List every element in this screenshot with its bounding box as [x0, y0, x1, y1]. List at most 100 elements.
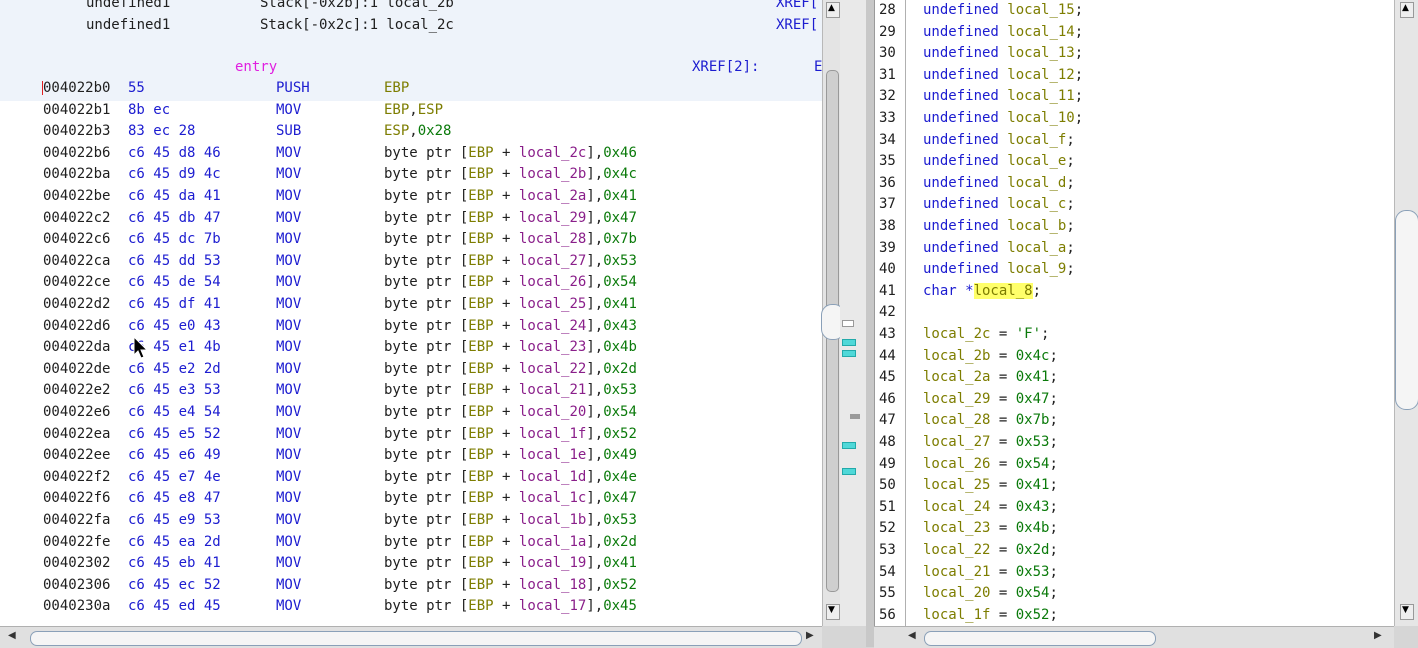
marker[interactable] [842, 468, 856, 475]
scroll-right-arrow[interactable]: ▶ [806, 630, 814, 641]
operand-suffix: ], [586, 144, 604, 161]
marker[interactable] [842, 350, 856, 357]
code-line[interactable]: 43 local_2c = 'F'; [875, 324, 1395, 346]
instruction-row[interactable]: 004022e2 c6 45 e3 53 MOV byte ptr [EBP + lo… [0, 380, 822, 402]
code-line[interactable]: 36 undefined local_d; [875, 173, 1395, 195]
listing-vertical-scrollbar[interactable]: ▲ ▼ [821, 0, 845, 626]
code-line[interactable]: 46 local_29 = 0x47; [875, 389, 1395, 411]
code-line[interactable]: 42 [875, 302, 1395, 324]
panel-splitter[interactable] [866, 0, 874, 647]
code-line[interactable]: 53 local_22 = 0x2d; [875, 540, 1395, 562]
marker[interactable] [842, 442, 856, 449]
code-line[interactable]: 38 undefined local_b; [875, 216, 1395, 238]
instruction-row[interactable]: 004022f2 c6 45 e7 4e MOV byte ptr [EBP + lo… [0, 467, 822, 489]
instruction-row[interactable]: 004022f6 c6 45 e8 47 MOV byte ptr [EBP + lo… [0, 488, 822, 510]
semicolon: ; [1049, 585, 1058, 602]
marker[interactable] [850, 414, 860, 419]
instruction-row[interactable]: 004022fa c6 45 e9 53 MOV byte ptr [EBP + lo… [0, 510, 822, 532]
instruction-row[interactable]: 004022b6 c6 45 d8 46 MOV byte ptr [EBP + lo… [0, 143, 822, 165]
instruction-row[interactable]: 00402306 c6 45 ec 52 MOV byte ptr [EBP + lo… [0, 575, 822, 597]
code-line[interactable]: 34 undefined local_f; [875, 130, 1395, 152]
scroll-thumb[interactable] [1395, 210, 1418, 410]
semicolon: ; [1049, 563, 1058, 580]
operand-plus: + [493, 425, 519, 442]
instruction-row[interactable]: 004022c6 c6 45 dc 7b MOV byte ptr [EBP + lo… [0, 229, 822, 251]
decompiler-horizontal-scrollbar[interactable]: ◀ ▶ [874, 626, 1394, 648]
assigned-value: 'F' [1015, 326, 1042, 342]
instruction-row[interactable]: 004022e6 c6 45 e4 54 MOV byte ptr [EBP + lo… [0, 402, 822, 424]
listing-panel[interactable]: undefined1 Stack[-0x2b]:1 local_2b XREF[un… [0, 0, 822, 626]
code-line[interactable]: 30 undefined local_13; [875, 43, 1395, 65]
instruction-row[interactable]: 004022d6 c6 45 e0 43 MOV byte ptr [EBP + lo… [0, 316, 822, 338]
instruction-bytes: 8b ec [128, 101, 171, 118]
type-keyword: undefined [923, 2, 999, 18]
instruction-row[interactable]: 004022be c6 45 da 41 MOV byte ptr [EBP + lo… [0, 186, 822, 208]
instruction-row[interactable]: 004022fe c6 45 ea 2d MOV byte ptr [EBP + lo… [0, 532, 822, 554]
type-keyword: undefined [923, 239, 999, 256]
scroll-thumb[interactable] [30, 631, 802, 646]
decompiler-vertical-scrollbar[interactable]: ▲ ▼ [1394, 0, 1418, 626]
instruction-row[interactable]: 004022ee c6 45 e6 49 MOV byte ptr [EBP + lo… [0, 445, 822, 467]
scroll-left-arrow[interactable]: ◀ [908, 630, 916, 641]
code-line[interactable]: 29 undefined local_14; [875, 22, 1395, 44]
code-line[interactable]: 33 undefined local_10; [875, 108, 1395, 130]
code-line[interactable]: 44 local_2b = 0x4c; [875, 346, 1395, 368]
instruction-row[interactable]: 004022ea c6 45 e5 52 MOV byte ptr [EBP + lo… [0, 424, 822, 446]
operand-register: EBP [468, 447, 494, 464]
decompiler-panel[interactable]: 28 undefined local_15; 29 undefined local_1… [874, 0, 1395, 626]
code-line[interactable]: 48 local_27 = 0x53; [875, 432, 1395, 454]
semicolon: ; [1049, 606, 1058, 623]
code-line[interactable]: 52 local_23 = 0x4b; [875, 518, 1395, 540]
code-line[interactable]: 35 undefined local_e; [875, 151, 1395, 173]
marker[interactable] [842, 339, 856, 346]
code-line[interactable]: 32 undefined local_11; [875, 86, 1395, 108]
instruction-row[interactable]: 004022b3 83 ec 28 SUB ESP,0x28 [0, 121, 822, 143]
code-line[interactable]: 54 local_21 = 0x53; [875, 562, 1395, 584]
type-keyword: undefined [923, 153, 999, 170]
code-line[interactable]: 55 local_20 = 0x54; [875, 583, 1395, 605]
operand-suffix: ], [586, 274, 604, 291]
code-line[interactable]: 40 undefined local_9; [875, 259, 1395, 281]
instruction-bytes: c6 45 e8 47 [128, 490, 221, 507]
instruction-row[interactable]: 004022d2 c6 45 df 41 MOV byte ptr [EBP + lo… [0, 294, 822, 316]
code-line[interactable]: 39 undefined local_a; [875, 238, 1395, 260]
instruction-row[interactable]: 004022ba c6 45 d9 4c MOV byte ptr [EBP + lo… [0, 164, 822, 186]
marker[interactable] [842, 320, 854, 327]
scroll-right-arrow[interactable]: ▶ [1374, 630, 1382, 641]
instruction-row[interactable]: 004022ce c6 45 de 54 MOV byte ptr [EBP + lo… [0, 272, 822, 294]
operand-immediate: 0x54 [603, 404, 637, 420]
instruction-row[interactable]: 004022ca c6 45 dd 53 MOV byte ptr [EBP + lo… [0, 251, 822, 273]
instruction-row[interactable]: 004022c2 c6 45 db 47 MOV byte ptr [EBP + lo… [0, 208, 822, 230]
code-line[interactable]: 37 undefined local_c; [875, 194, 1395, 216]
scroll-thumb[interactable] [924, 631, 1156, 646]
operand-prefix: byte ptr [ [384, 533, 469, 550]
code-line[interactable]: 56 local_1f = 0x52; [875, 605, 1395, 626]
instruction-operands: byte ptr [EBP + local_1c],0x47 [384, 488, 637, 510]
instruction-row[interactable]: 004022b1 8b ec MOV EBP,ESP [0, 100, 822, 122]
instruction-row[interactable]: 004022de c6 45 e2 2d MOV byte ptr [EBP + lo… [0, 359, 822, 381]
code-line[interactable]: 31 undefined local_12; [875, 65, 1395, 87]
instruction-row[interactable]: 00402302 c6 45 eb 41 MOV byte ptr [EBP + lo… [0, 553, 822, 575]
instruction-row[interactable]: 004022da c6 45 e1 4b MOV byte ptr [EBP + lo… [0, 337, 822, 359]
overview-marker-margin[interactable] [840, 0, 866, 626]
code-line[interactable]: 41 char *local_8; [875, 281, 1395, 303]
operand-immediate: 0x53 [603, 512, 637, 528]
instruction-mnemonic: MOV [276, 533, 302, 550]
instruction-row[interactable]: 0040230a c6 45 ed 45 MOV byte ptr [EBP + lo… [0, 596, 822, 618]
code-line[interactable]: 49 local_26 = 0x54; [875, 454, 1395, 476]
scroll-down-arrow[interactable]: ▼ [1400, 604, 1414, 620]
scroll-down-arrow[interactable]: ▼ [826, 604, 840, 620]
code-line[interactable]: 47 local_28 = 0x7b; [875, 410, 1395, 432]
instruction-row[interactable]: 004022b0 55 PUSH EBP [0, 78, 822, 100]
code-line[interactable]: 45 local_2a = 0x41; [875, 367, 1395, 389]
code-line[interactable]: 50 local_25 = 0x41; [875, 475, 1395, 497]
type-keyword: undefined [923, 174, 999, 191]
scroll-up-arrow[interactable]: ▲ [1400, 2, 1414, 18]
listing-horizontal-scrollbar[interactable]: ◀ ▶ [0, 626, 822, 648]
operand-local-variable: local_19 [518, 555, 587, 572]
scroll-left-arrow[interactable]: ◀ [8, 630, 16, 641]
code-line[interactable]: 28 undefined local_15; [875, 0, 1395, 22]
scroll-up-arrow[interactable]: ▲ [826, 2, 840, 18]
code-line[interactable]: 51 local_24 = 0x43; [875, 497, 1395, 519]
instruction-operands: byte ptr [EBP + local_1d],0x4e [384, 467, 637, 489]
